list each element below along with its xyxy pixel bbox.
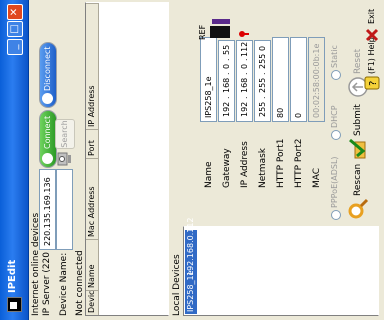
netmask-sep-3: . <box>258 54 267 57</box>
submit-button[interactable]: Submit <box>346 104 370 160</box>
ip-server-input[interactable]: 220.135.169.136 <box>39 169 56 250</box>
netmask-sep-1: . <box>258 96 267 99</box>
http-port2-label: HTTP Port2 <box>294 138 304 188</box>
exit-button[interactable]: Exit <box>362 2 382 42</box>
netmask-label: Netmask <box>258 148 268 188</box>
name-input[interactable]: IPS258_1e <box>200 37 217 122</box>
ip-sep-2: . <box>240 72 249 75</box>
http-port1-label: HTTP Port1 <box>276 138 286 188</box>
ip-sep-3: . <box>240 58 249 61</box>
help-label: (F1) Help <box>367 37 376 74</box>
help-button[interactable]: ? (F1) Help <box>362 37 382 90</box>
exit-x-icon <box>365 28 379 42</box>
maximize-button[interactable]: □ <box>7 21 23 37</box>
http-port1-input[interactable]: 80 <box>272 37 289 122</box>
svg-text:?: ? <box>368 81 379 86</box>
local-device-list[interactable]: IPS258_1e 192.168.0.112 <box>183 217 379 316</box>
mac-input: 00:02:58:00:0b:1e <box>308 37 325 122</box>
rescan-label: Rescan <box>353 163 363 196</box>
static-label: Static <box>330 45 339 68</box>
title-bar[interactable]: IPEdit _ □ ✕ <box>0 0 29 320</box>
local-section-label: Local Devices <box>172 254 182 316</box>
gateway-sep-3: . <box>222 58 231 61</box>
local-device-row[interactable]: IPS258_1e 192.168.0.112 <box>185 217 197 314</box>
minimize-button[interactable]: _ <box>7 39 23 55</box>
submit-label: Submit <box>353 104 363 136</box>
gateway-label: Gateway <box>222 148 232 188</box>
netmask-sep-2: . <box>258 72 267 75</box>
device-name-input[interactable] <box>56 169 73 250</box>
search-button[interactable]: Search <box>55 119 75 149</box>
netmask-octet-4: 0 <box>258 45 267 51</box>
disconnect-toggle[interactable]: Disconnect <box>39 42 57 108</box>
dhcp-label: DHCP <box>330 105 339 128</box>
antenna-icon <box>210 26 230 38</box>
ip-address-input[interactable]: 192 . 168 . 0 . 112 <box>236 40 253 122</box>
gateway-sep-1: . <box>222 96 231 99</box>
gateway-sep-2: . <box>222 72 231 75</box>
close-button[interactable]: ✕ <box>7 4 23 20</box>
ipedit-window: IPEdit _ □ ✕ Internet online devices IP … <box>0 0 384 320</box>
column-header-mac[interactable]: Mac Address <box>86 158 99 239</box>
ip-octet-1: 192 <box>240 101 249 117</box>
connection-status: Not connected <box>75 250 85 316</box>
edit-cursor-icon <box>239 30 249 38</box>
ref-graphic: REF <box>196 4 240 44</box>
column-header-name[interactable]: Name <box>86 239 99 290</box>
disconnect-knob <box>42 93 53 104</box>
ip-address-label: IP Address <box>240 141 250 188</box>
help-icon: ? <box>364 76 380 90</box>
gateway-input[interactable]: 192 . 168 . 0 . 55 <box>218 40 235 122</box>
mac-label: MAC <box>312 167 322 188</box>
netmask-octet-1: 255 <box>258 101 267 117</box>
gateway-octet-4: 55 <box>222 44 231 55</box>
column-header-ip[interactable]: IP Address <box>86 3 99 129</box>
ip-octet-4: 112 <box>240 41 249 57</box>
dhcp-radio[interactable] <box>331 130 341 140</box>
local-device-ip: 192.168.0.112 <box>186 217 195 276</box>
window-title: IPEdit <box>7 259 18 293</box>
connect-knob <box>42 153 53 164</box>
http-port2-input[interactable]: 0 <box>290 37 307 122</box>
ip-octet-3: 0 <box>240 63 249 69</box>
column-header-device[interactable]: Device <box>86 286 99 315</box>
pppoe-label: PPPoE(ADSL) <box>330 156 339 208</box>
pppoe-radio[interactable] <box>331 210 341 220</box>
device-name-label: Device Name: <box>59 252 69 316</box>
netmask-octet-2: 255 <box>258 77 267 93</box>
gateway-octet-2: 168 <box>222 77 231 93</box>
disconnect-label: Disconnect <box>43 46 52 91</box>
magnifier-icon <box>348 198 369 219</box>
app-icon <box>7 297 22 312</box>
connect-label: Connect <box>43 115 52 149</box>
name-label: Name <box>204 161 214 188</box>
ip-sep-1: . <box>240 96 249 99</box>
netmask-input[interactable]: 255 . 255 . 255 . 0 <box>254 40 271 122</box>
exit-label: Exit <box>367 8 376 24</box>
local-device-name: IPS258_1e <box>186 270 195 312</box>
internet-device-list[interactable]: Device Name Mac Address Port IP Address <box>85 2 169 316</box>
column-header-port[interactable]: Port <box>86 129 99 158</box>
rescan-button[interactable]: Rescan <box>346 162 370 220</box>
static-radio[interactable] <box>331 70 341 80</box>
submit-icon <box>349 138 366 159</box>
ref-label: REF <box>198 24 207 40</box>
ip-server-label: IP Server (220.135.169.136) <box>42 251 52 316</box>
gateway-octet-1: 192 <box>222 101 231 117</box>
ip-octet-2: 168 <box>240 77 249 93</box>
gateway-octet-3: 0 <box>222 63 231 69</box>
search-icon[interactable] <box>56 152 72 166</box>
antenna-bar-icon <box>212 19 230 24</box>
